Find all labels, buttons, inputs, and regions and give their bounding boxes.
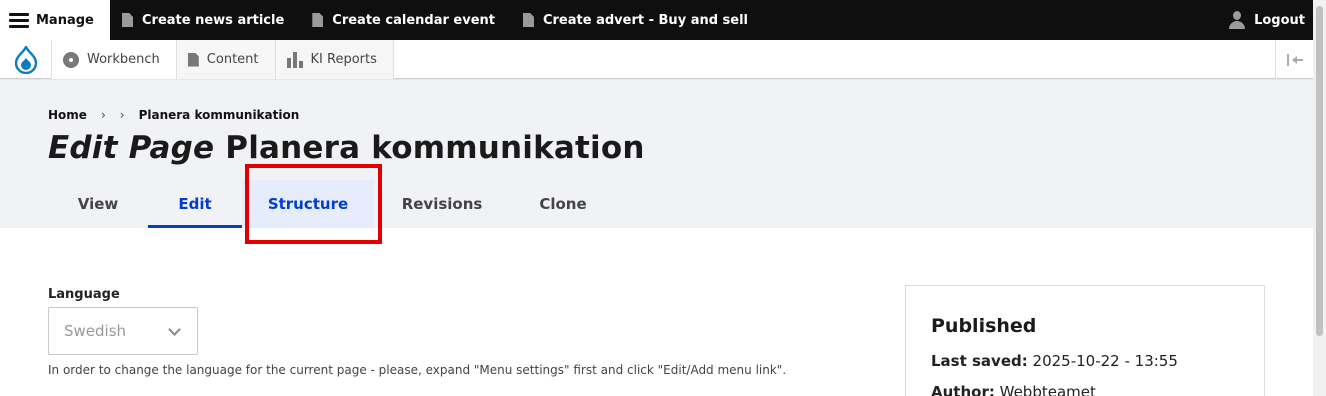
meta-panel: Published Last saved: 2025-10-22 - 13:55… bbox=[905, 285, 1265, 396]
logout-label: Logout bbox=[1254, 12, 1305, 28]
language-label: Language bbox=[48, 287, 120, 302]
toolbar-item-workbench[interactable]: Workbench bbox=[52, 40, 177, 79]
manage-label: Manage bbox=[36, 12, 94, 28]
tab-clone[interactable]: Clone bbox=[510, 180, 616, 228]
create-calendar-event-label: Create calendar event bbox=[332, 12, 495, 28]
admin-toolbar: Manage Create news article Create calend… bbox=[0, 0, 1313, 40]
language-help-text: In order to change the language for the … bbox=[48, 363, 787, 377]
last-saved-row: Last saved: 2025-10-22 - 13:55 bbox=[931, 352, 1178, 370]
status-title: Published bbox=[931, 315, 1037, 337]
content-label: Content bbox=[206, 52, 259, 67]
breadcrumb-home-link[interactable]: Home bbox=[48, 108, 87, 122]
tab-revisions[interactable]: Revisions bbox=[374, 180, 510, 228]
page: Manage Create news article Create calend… bbox=[0, 0, 1326, 396]
document-icon bbox=[312, 13, 324, 27]
bar-chart-icon bbox=[286, 51, 303, 68]
breadcrumb-separator: › bbox=[119, 108, 125, 122]
logout-button[interactable]: Logout bbox=[1228, 0, 1305, 40]
create-advert-link[interactable]: Create advert - Buy and sell bbox=[513, 0, 758, 40]
workbench-label: Workbench bbox=[87, 52, 160, 67]
breadcrumb-current: Planera kommunikation bbox=[138, 108, 300, 122]
create-calendar-event-link[interactable]: Create calendar event bbox=[302, 0, 505, 40]
collapse-toolbar-icon[interactable] bbox=[1275, 40, 1313, 79]
last-saved-value: 2025-10-22 - 13:55 bbox=[1032, 352, 1178, 370]
tab-edit[interactable]: Edit bbox=[148, 180, 242, 228]
page-title: Edit Page Planera kommunikation bbox=[48, 130, 645, 166]
author-row: Author: Webbteamet bbox=[931, 383, 1096, 396]
page-title-name: Planera kommunikation bbox=[225, 130, 645, 166]
user-icon bbox=[1228, 11, 1246, 29]
document-icon bbox=[187, 52, 199, 67]
structure-tab-highlight bbox=[245, 164, 382, 244]
breadcrumb-separator: › bbox=[100, 108, 106, 122]
breadcrumb: Home › › Planera kommunikation bbox=[48, 108, 299, 122]
document-icon bbox=[522, 13, 534, 27]
toolbar-item-content[interactable]: Content bbox=[176, 40, 276, 79]
toolbar-item-ki-reports[interactable]: KI Reports bbox=[275, 40, 394, 79]
tab-view[interactable]: View bbox=[48, 180, 148, 228]
create-news-article-label: Create news article bbox=[142, 12, 285, 28]
author-label: Author: bbox=[931, 383, 995, 396]
drupal-logo-icon[interactable] bbox=[0, 40, 52, 79]
document-icon bbox=[122, 13, 133, 27]
hamburger-icon bbox=[9, 12, 29, 28]
secondary-toolbar: Workbench Content KI Reports bbox=[0, 40, 1313, 79]
scrollbar-thumb[interactable] bbox=[1316, 6, 1323, 336]
language-select[interactable]: Swedish bbox=[48, 307, 198, 355]
last-saved-label: Last saved: bbox=[931, 352, 1028, 370]
create-advert-label: Create advert - Buy and sell bbox=[542, 12, 749, 28]
gear-icon bbox=[63, 51, 79, 68]
page-header: Home › › Planera kommunikation Edit Page… bbox=[0, 80, 1313, 228]
ki-reports-label: KI Reports bbox=[310, 52, 377, 67]
language-value: Swedish bbox=[64, 322, 127, 340]
chevron-down-icon bbox=[168, 323, 181, 336]
author-value: Webbteamet bbox=[999, 383, 1096, 396]
create-news-article-link[interactable]: Create news article bbox=[112, 0, 294, 40]
page-title-prefix: Edit Page bbox=[48, 130, 215, 166]
scrollbar[interactable] bbox=[1313, 0, 1326, 396]
manage-button[interactable]: Manage bbox=[0, 0, 110, 40]
